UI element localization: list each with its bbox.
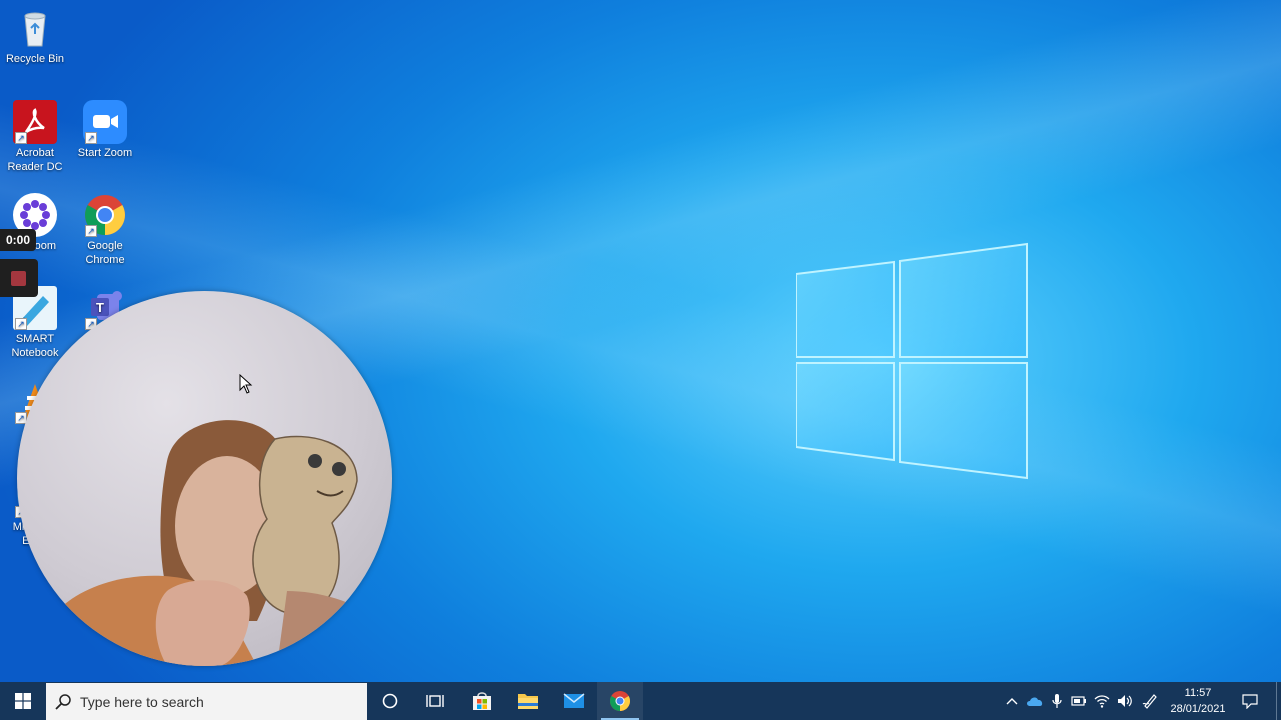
shortcut-arrow-icon: ↗: [15, 132, 27, 144]
clock-time: 11:57: [1184, 687, 1212, 699]
mouse-cursor-icon: [239, 374, 253, 394]
volume-tray[interactable]: [1114, 682, 1136, 720]
webcam-preview[interactable]: [17, 291, 392, 666]
acrobat-icon: ↗: [13, 100, 57, 144]
mail-icon: [563, 693, 585, 708]
stop-icon: [11, 271, 26, 286]
cortana-button[interactable]: [368, 682, 412, 720]
shortcut-arrow-icon: ↗: [85, 225, 97, 237]
shortcut-arrow-icon: ↗: [85, 132, 97, 144]
search-icon: [46, 693, 80, 710]
show-hidden-icons-button[interactable]: [1001, 682, 1023, 720]
system-clock[interactable]: 11:57 28/01/2021: [1165, 685, 1231, 717]
taskbar-chrome[interactable]: [597, 682, 643, 720]
taskbar-search-box[interactable]: Type here to search: [46, 683, 367, 720]
recycle-bin-icon: [13, 6, 57, 50]
webcam-video-frame: [37, 420, 392, 666]
battery-icon: [1071, 696, 1086, 706]
task-view-button[interactable]: [412, 682, 458, 720]
svg-text:T: T: [96, 300, 104, 315]
desktop-icon-acrobat[interactable]: ↗ Acrobat Reader DC: [0, 100, 70, 174]
windows-logo-wallpaper: [796, 242, 1028, 480]
taskbar-file-explorer[interactable]: [505, 682, 551, 720]
desktop-icon-google-chrome[interactable]: ↗ Google Chrome: [70, 193, 140, 267]
volume-icon: [1118, 695, 1132, 707]
desktop-icon-label: Google Chrome: [85, 240, 125, 266]
desktop-icon-start-zoom[interactable]: ↗ Start Zoom: [70, 100, 140, 160]
chrome-icon: [610, 691, 630, 711]
store-icon: [473, 692, 491, 710]
onedrive-tray[interactable]: [1024, 682, 1046, 720]
pen-tray[interactable]: [1138, 682, 1162, 720]
cortana-icon: [382, 693, 398, 709]
wifi-icon: [1094, 695, 1110, 708]
pen-icon: [1142, 694, 1157, 709]
start-button[interactable]: [0, 682, 45, 720]
microphone-icon: [1052, 694, 1062, 708]
task-view-icon: [426, 695, 444, 707]
shortcut-arrow-icon: ↗: [15, 318, 27, 330]
desktop-icon-label: SMART Notebook: [11, 333, 59, 359]
network-tray[interactable]: [1091, 682, 1113, 720]
recording-timer: 0:00: [0, 229, 36, 251]
action-center-button[interactable]: [1234, 682, 1266, 720]
search-placeholder: Type here to search: [80, 693, 204, 710]
desktop-icon-label: Start Zoom: [77, 147, 133, 159]
desktop-icon-recycle-bin[interactable]: Recycle Bin: [0, 6, 70, 66]
chevron-up-icon: [1006, 698, 1018, 705]
clock-date: 28/01/2021: [1170, 703, 1226, 715]
show-desktop-button[interactable]: [1276, 682, 1281, 720]
taskbar-store[interactable]: [459, 682, 505, 720]
desktop-icon-label: Recycle Bin: [5, 53, 65, 65]
microphone-tray[interactable]: [1047, 682, 1067, 720]
windows-start-icon: [14, 693, 31, 709]
zoom-icon: ↗: [83, 100, 127, 144]
taskbar-mail[interactable]: [551, 682, 597, 720]
taskbar: Type here to search 11:57 28/01/2021: [0, 682, 1281, 720]
notification-icon: [1242, 694, 1258, 709]
file-explorer-icon: [518, 694, 538, 709]
desktop-icon-smart-notebook[interactable]: ↗ SMART Notebook: [0, 286, 70, 360]
desktop-icon-label: Acrobat Reader DC: [7, 147, 63, 173]
battery-tray[interactable]: [1068, 682, 1090, 720]
chrome-icon: ↗: [83, 193, 127, 237]
stop-recording-button[interactable]: [0, 259, 38, 297]
onedrive-icon: [1027, 697, 1043, 706]
